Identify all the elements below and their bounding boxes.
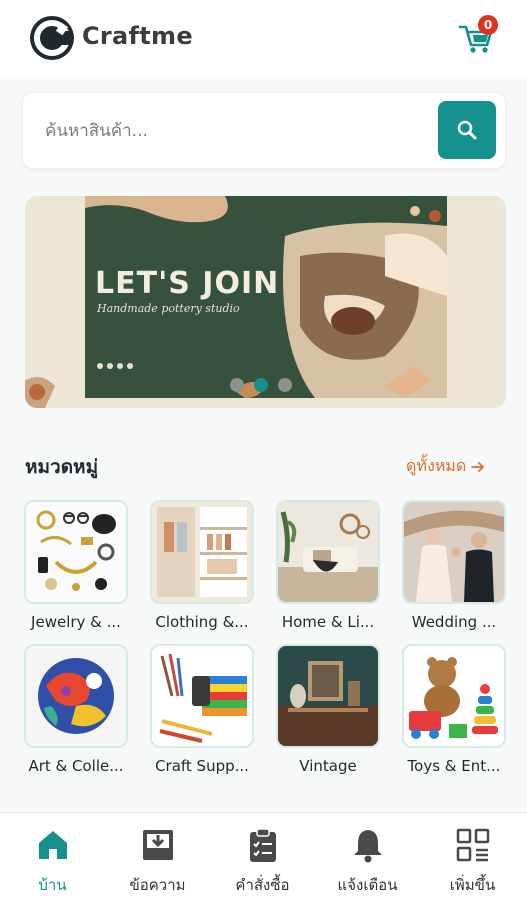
category-label: Toys & Ent... (407, 757, 501, 775)
nav-more[interactable]: เพิ่มขึ้น (420, 813, 525, 900)
category-image (402, 644, 506, 748)
app-header: Craftme 0 (0, 0, 527, 78)
grid-menu-icon (453, 825, 493, 865)
craftme-logo-icon[interactable] (28, 14, 76, 62)
category-toys[interactable]: Toys & Ent... (402, 644, 506, 775)
category-label: Home & Li... (281, 613, 375, 631)
category-label: Jewelry & ... (31, 613, 121, 631)
category-label: Vintage (299, 757, 357, 775)
category-vintage[interactable]: Vintage (276, 644, 380, 775)
category-jewelry[interactable]: Jewelry & ... (24, 500, 128, 631)
category-image (24, 500, 128, 604)
category-label: Wedding ... (411, 613, 497, 631)
see-all-link[interactable]: ดูทั้งหมด (406, 454, 486, 479)
search-bar (23, 93, 505, 168)
nav-label: เพิ่มขึ้น (449, 876, 496, 894)
category-label: Art & Colle... (28, 757, 124, 775)
carousel-dots (230, 378, 292, 392)
nav-notifications[interactable]: แจ้งเตือน (315, 813, 420, 900)
search-input[interactable] (45, 113, 425, 149)
category-image (150, 500, 254, 604)
category-image (402, 500, 506, 604)
banner-card: LET'S JOIN Handmade pottery studio (85, 196, 447, 398)
bell-icon (348, 825, 388, 865)
nav-home[interactable]: บ้าน (0, 813, 105, 900)
nav-label: ข้อความ (129, 876, 186, 894)
nav-label: แจ้งเตือน (337, 876, 398, 894)
nav-label: บ้าน (38, 876, 67, 894)
banner-title: LET'S JOIN (95, 266, 280, 301)
carousel-dot[interactable] (230, 378, 244, 392)
carousel-dot-active[interactable] (254, 378, 268, 392)
category-image (276, 644, 380, 748)
category-image (24, 644, 128, 748)
see-all-label: ดูทั้งหมด (406, 456, 467, 475)
bottom-navigation: บ้าน ข้อความ คำสั่งซื้อ แจ้งเตือน เพิ่มข… (0, 812, 527, 900)
nav-label: คำสั่งซื้อ (235, 876, 290, 894)
nav-messages[interactable]: ข้อความ (105, 813, 210, 900)
category-craft-supplies[interactable]: Craft Supp... (150, 644, 254, 775)
category-label: Clothing &... (155, 613, 249, 631)
promo-banner[interactable]: LET'S JOIN Handmade pottery studio (25, 196, 506, 408)
clipboard-icon (243, 825, 283, 865)
category-art-collectibles[interactable]: Art & Colle... (24, 644, 128, 775)
search-icon (457, 120, 477, 140)
home-icon (33, 825, 73, 865)
carousel-dot[interactable] (278, 378, 292, 392)
brand-name: Craftme (82, 22, 193, 50)
nav-orders[interactable]: คำสั่งซื้อ (210, 813, 315, 900)
cart-count-badge: 0 (478, 15, 498, 35)
arrow-right-icon (471, 461, 485, 472)
banner-subtitle: Handmade pottery studio (97, 302, 240, 315)
category-image (150, 644, 254, 748)
category-home-living[interactable]: Home & Li... (276, 500, 380, 631)
category-image (276, 500, 380, 604)
inbox-icon (138, 825, 178, 865)
categories-title: หมวดหมู่ (25, 456, 99, 478)
category-wedding[interactable]: Wedding ... (402, 500, 506, 631)
category-clothing[interactable]: Clothing &... (150, 500, 254, 631)
search-button[interactable] (438, 101, 496, 159)
category-label: Craft Supp... (155, 757, 249, 775)
